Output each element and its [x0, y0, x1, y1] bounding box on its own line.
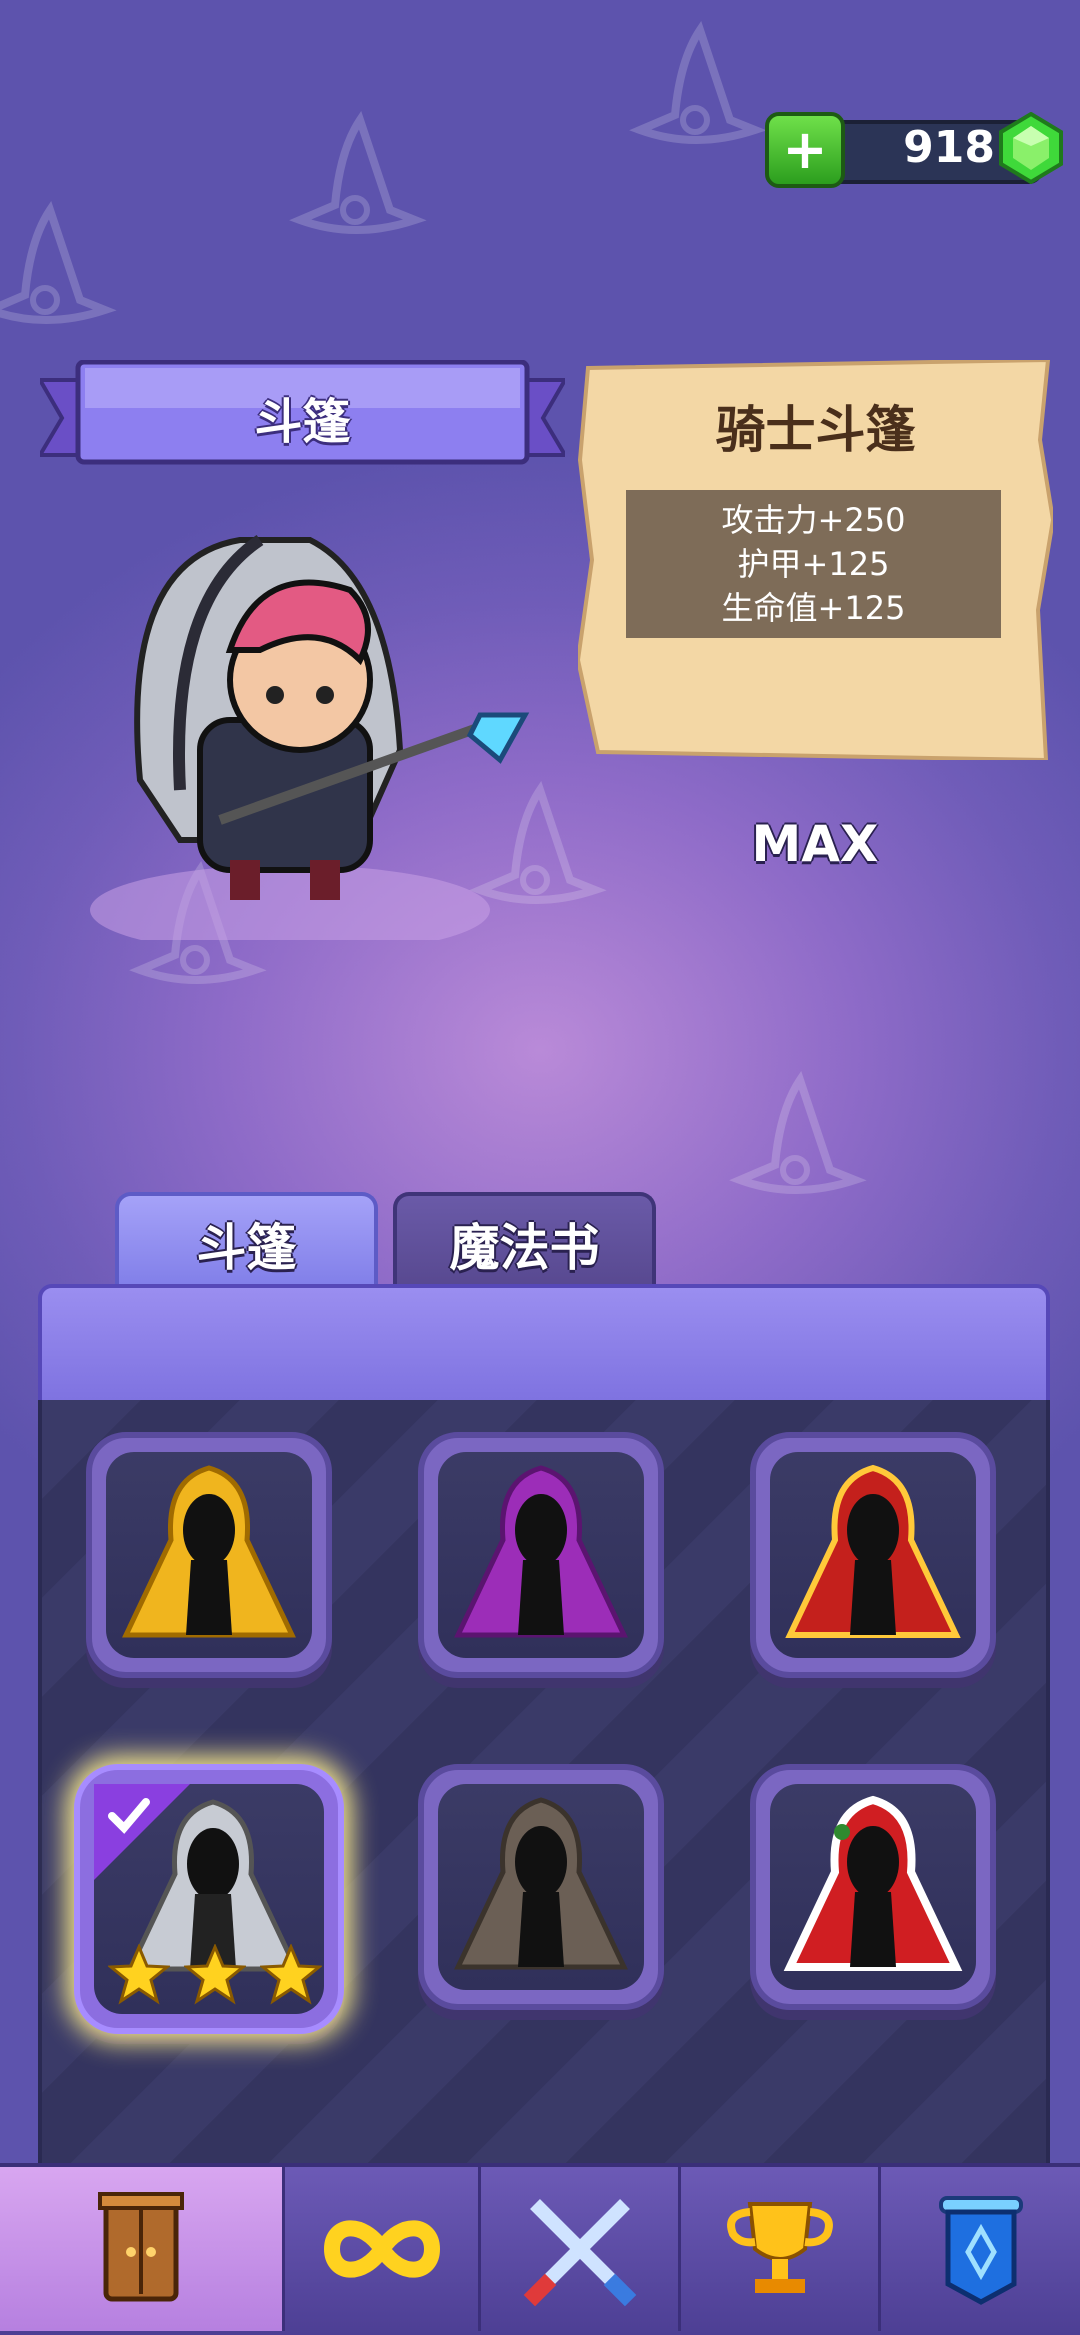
tab-cloaks[interactable]: 斗篷 — [115, 1192, 378, 1291]
item-stats: 攻击力+250 护甲+125 生命值+125 — [626, 490, 1001, 638]
wardrobe-icon — [98, 2192, 184, 2302]
bottom-nav — [0, 2163, 1080, 2335]
crossed-swords-icon — [523, 2199, 636, 2307]
plus-icon[interactable]: + — [765, 112, 845, 188]
gem-counter: + 918 — [765, 112, 1065, 188]
star-icon — [108, 1944, 170, 2005]
green-gem-icon — [999, 112, 1063, 184]
hat-pattern-icon — [0, 200, 117, 324]
stat-armor: 护甲+125 — [737, 545, 890, 583]
banner-label: 斗篷 — [254, 394, 351, 450]
nav-guild[interactable] — [881, 2167, 1080, 2331]
infinity-icon — [323, 2220, 440, 2278]
star-rating — [108, 1944, 322, 2010]
nav-endless[interactable] — [285, 2167, 481, 2331]
hero-character — [90, 535, 530, 940]
item-info-card: 骑士斗篷 攻击力+250 护甲+125 生命值+125 — [578, 360, 1053, 760]
star-icon — [260, 1944, 322, 2005]
purple-cloak-icon — [454, 1465, 628, 1638]
yellow-cloak-icon — [122, 1465, 296, 1638]
hat-pattern-icon — [629, 20, 767, 144]
trophy-icon — [726, 2202, 833, 2293]
nav-wardrobe[interactable] — [0, 2167, 285, 2331]
red-gold-cloak-icon — [785, 1464, 961, 1638]
cloak-slot-selected[interactable] — [74, 1764, 344, 2034]
stone-cloak-icon — [454, 1797, 628, 1970]
max-level-label: MAX — [751, 815, 879, 873]
cloak-slot[interactable] — [418, 1432, 664, 1678]
hat-pattern-icon — [289, 110, 427, 234]
star-icon — [184, 1944, 246, 2005]
cloak-slot[interactable] — [418, 1764, 664, 2010]
tab-spellbooks[interactable]: 魔法书 — [393, 1192, 656, 1291]
nav-trophy[interactable] — [681, 2167, 881, 2331]
panel-header — [38, 1284, 1050, 1407]
christmas-cloak-icon — [783, 1795, 963, 1971]
category-banner: 斗篷 — [40, 360, 565, 480]
stat-attack: 攻击力+250 — [721, 501, 906, 539]
cloak-slot[interactable] — [86, 1432, 332, 1678]
banner-scroll-icon — [938, 2196, 1023, 2305]
gem-amount: 918 — [903, 122, 995, 173]
cloak-slot[interactable] — [750, 1432, 996, 1678]
nav-battle[interactable] — [481, 2167, 681, 2331]
stat-health: 生命值+125 — [721, 589, 906, 627]
check-icon — [94, 1784, 190, 1880]
item-name: 骑士斗篷 — [715, 401, 916, 459]
cloak-slot[interactable] — [750, 1764, 996, 2010]
cloak-grid — [38, 1400, 1050, 2165]
hat-pattern-icon — [729, 1070, 867, 1194]
